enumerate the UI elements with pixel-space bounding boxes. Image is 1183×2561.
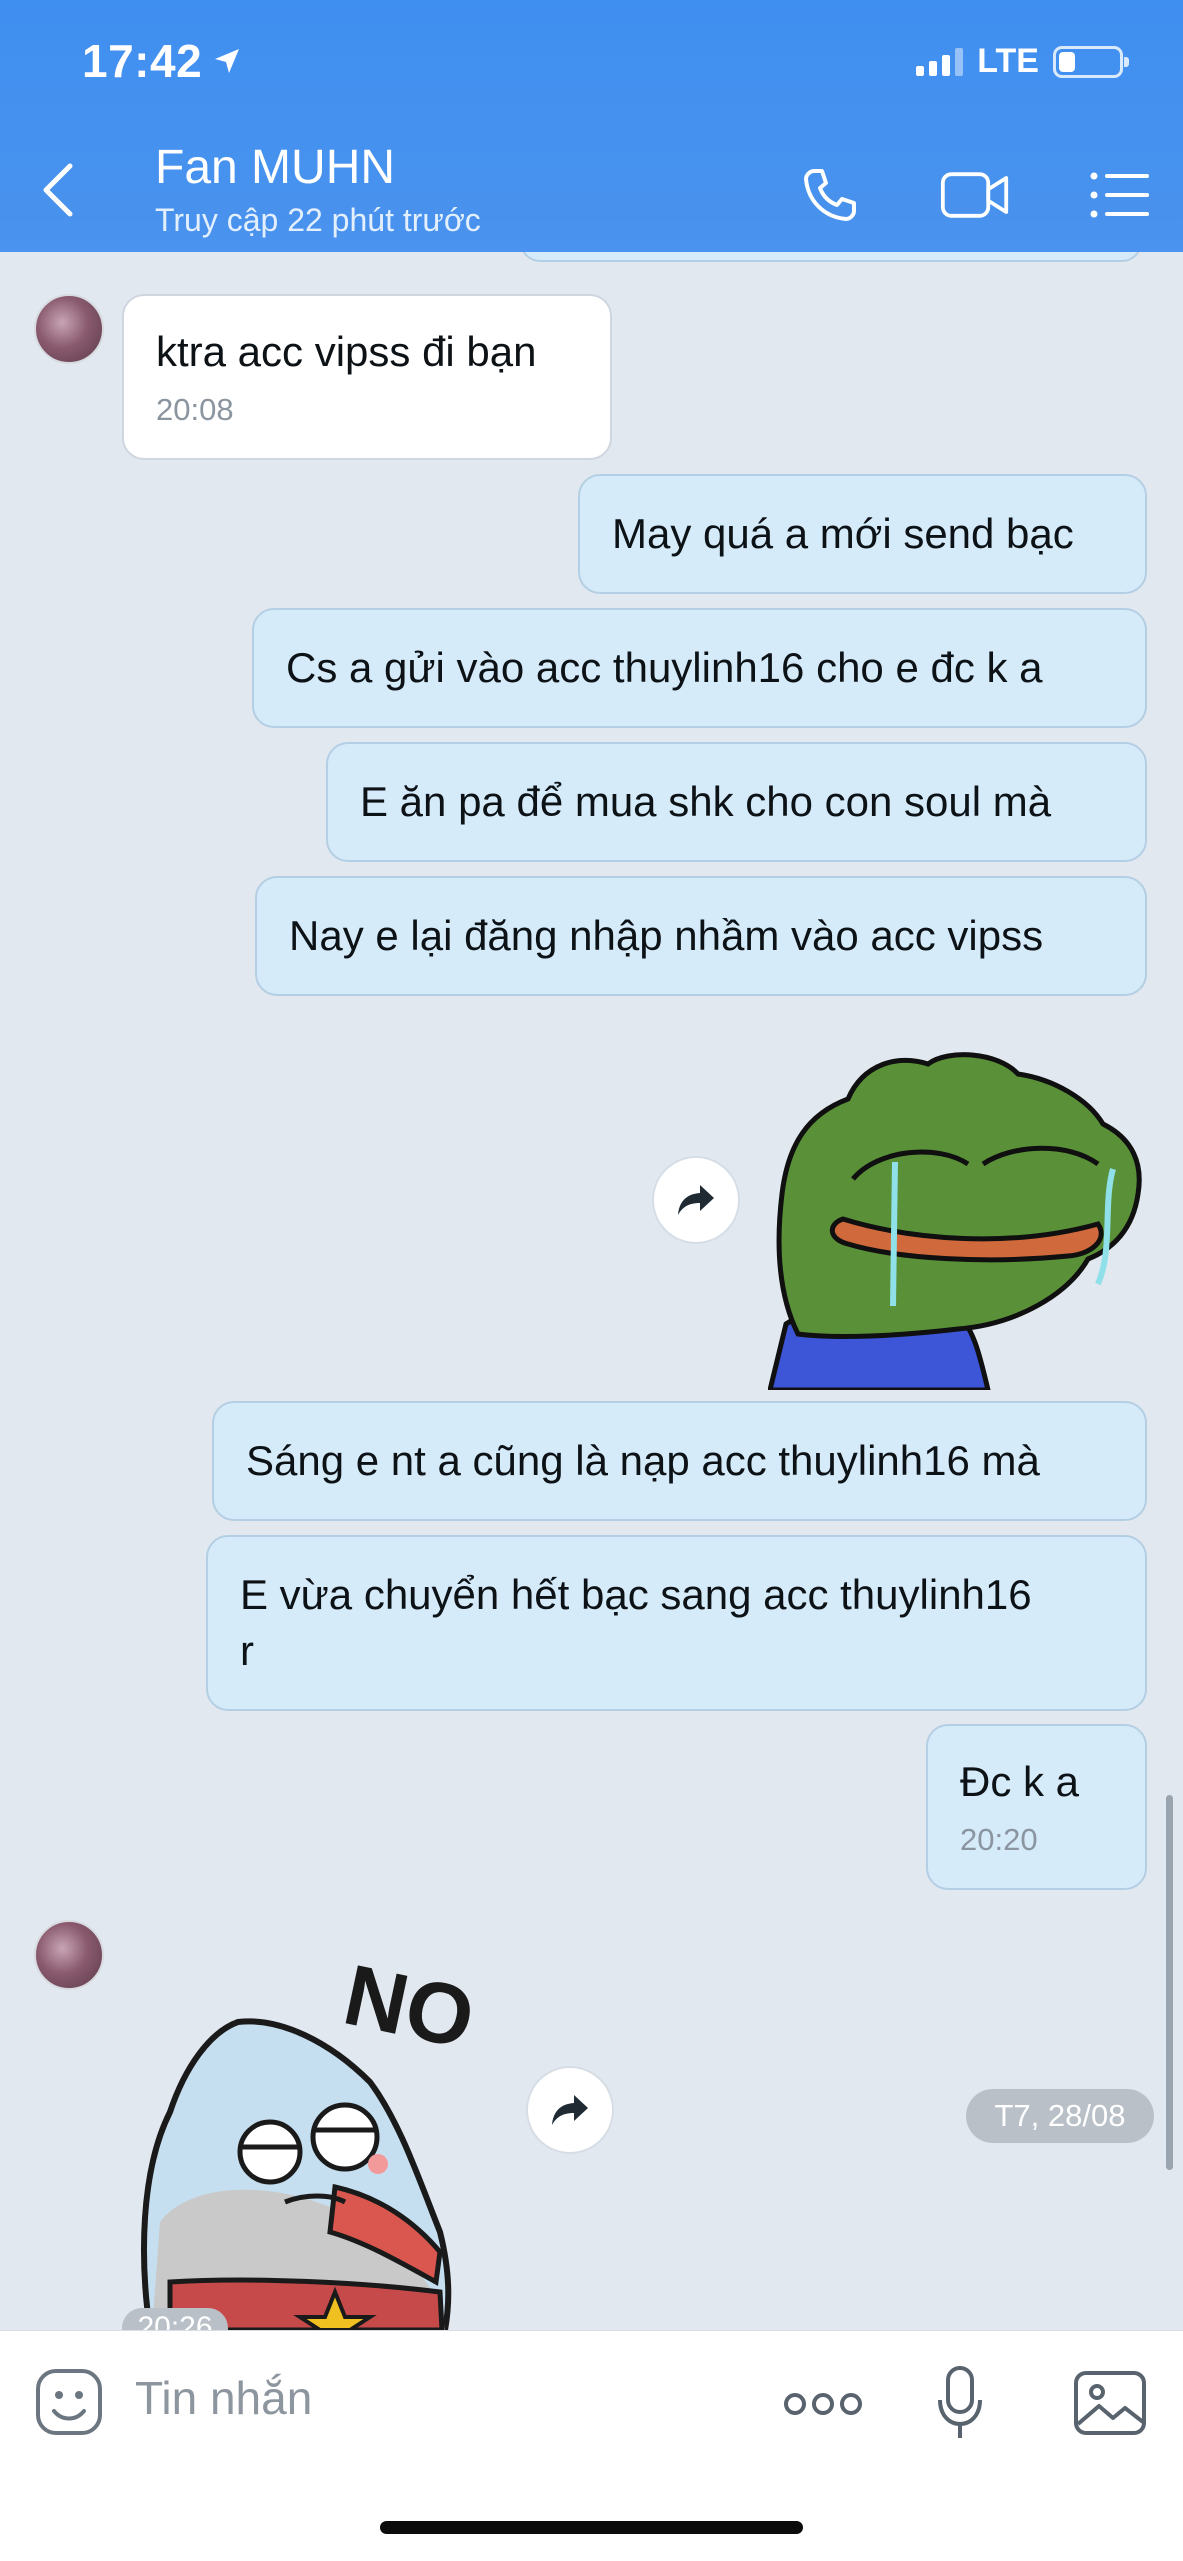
message-bubble-partial[interactable] (520, 252, 1142, 262)
message-bubble-outgoing[interactable]: Cs a gửi vào acc thuylinh16 cho e đc k a (252, 608, 1147, 728)
signal-icon (916, 47, 964, 76)
chat-options-button[interactable] (1085, 160, 1155, 230)
message-bubble-outgoing[interactable]: Nay e lại đăng nhập nhầm vào acc vipss (255, 876, 1147, 996)
partial-time-label: 20:26 (122, 2308, 228, 2330)
emoji-sticker-icon (36, 2369, 102, 2435)
image-gallery-icon (1074, 2371, 1146, 2435)
message-text: Cs a gửi vào acc thuylinh16 cho e đc k a (286, 644, 1043, 691)
message-bubble-incoming[interactable]: ktra acc vipss đi bạn 20:08 (122, 294, 612, 460)
date-separator-chip: T7, 28/08 (966, 2089, 1154, 2143)
message-text: Nay e lại đăng nhập nhầm vào acc vipss (289, 912, 1044, 959)
network-label: LTE (977, 42, 1039, 80)
status-bar-indicators: LTE (916, 42, 1129, 81)
message-text: E ăn pa để mua shk cho con soul mà (360, 778, 1052, 825)
message-list[interactable]: ktra acc vipss đi bạn 20:08 May quá a mớ… (0, 252, 1183, 2330)
message-text-line-1: E vừa chuyển hết bạc sang acc thuylinh16 (240, 1571, 1032, 1618)
battery-icon (1053, 45, 1129, 78)
sticker-button[interactable] (30, 2363, 108, 2441)
message-text: Đc k a (960, 1758, 1080, 1805)
message-time: 20:20 (960, 1822, 1038, 1857)
message-bubble-outgoing[interactable]: E vừa chuyển hết bạc sang acc thuylinh16… (206, 1535, 1147, 1711)
message-bubble-outgoing[interactable]: Sáng e nt a cũng là nạp acc thuylinh16 m… (212, 1401, 1147, 1521)
sticker-shark-no[interactable]: NO (130, 1932, 490, 2330)
message-text-line-2: r (240, 1627, 254, 1674)
video-camera-icon (940, 172, 1009, 218)
message-text: May quá a mới send bạc (612, 510, 1074, 557)
message-text: ktra acc vipss đi bạn (156, 328, 537, 375)
crying-frog-icon (766, 1052, 1142, 1393)
message-composer: Tin nhắn (0, 2330, 1183, 2561)
forward-button[interactable] (652, 1156, 740, 1244)
chevron-left-icon (43, 163, 73, 217)
message-bubble-outgoing[interactable]: May quá a mới send bạc (578, 474, 1147, 594)
phone-icon (804, 169, 856, 221)
message-input[interactable]: Tin nhắn (135, 2371, 312, 2425)
more-options-button[interactable] (780, 2379, 866, 2429)
location-arrow-icon (215, 49, 240, 73)
home-indicator[interactable] (380, 2521, 803, 2534)
voice-record-button[interactable] (930, 2361, 990, 2447)
chat-header: 17:42 LTE Fan MUHN Truy cập 22 phút trướ… (0, 0, 1183, 252)
message-text: Sáng e nt a cũng là nạp acc thuylinh16 m… (246, 1437, 1040, 1484)
contact-name[interactable]: Fan MUHN (155, 140, 395, 195)
message-time: 20:08 (156, 392, 234, 427)
shark-no-icon: NO (141, 1947, 482, 2330)
message-bubble-outgoing[interactable]: E ăn pa để mua shk cho con soul mà (326, 742, 1147, 862)
share-arrow-icon (678, 1185, 714, 1215)
contact-avatar[interactable] (34, 1920, 104, 1990)
status-bar-time: 17:42 (82, 34, 242, 88)
time-label: 17:42 (82, 35, 203, 87)
message-bubble-outgoing[interactable]: Đc k a 20:20 (926, 1724, 1147, 1890)
microphone-icon (938, 2366, 982, 2438)
contact-avatar[interactable] (34, 294, 104, 364)
more-dots-icon (784, 2393, 862, 2415)
forward-button[interactable] (526, 2066, 614, 2154)
send-image-button[interactable] (1070, 2365, 1150, 2441)
video-call-button[interactable] (940, 160, 1010, 230)
sticker-frog[interactable] (766, 1044, 1148, 1393)
sticker-caption: NO (336, 1947, 482, 2068)
share-arrow-icon (552, 2095, 588, 2125)
scrollbar[interactable] (1166, 1795, 1173, 2170)
call-button[interactable] (795, 160, 865, 230)
back-button[interactable] (40, 160, 80, 220)
list-menu-icon (1090, 172, 1149, 218)
contact-last-seen: Truy cập 22 phút trước (155, 202, 481, 238)
